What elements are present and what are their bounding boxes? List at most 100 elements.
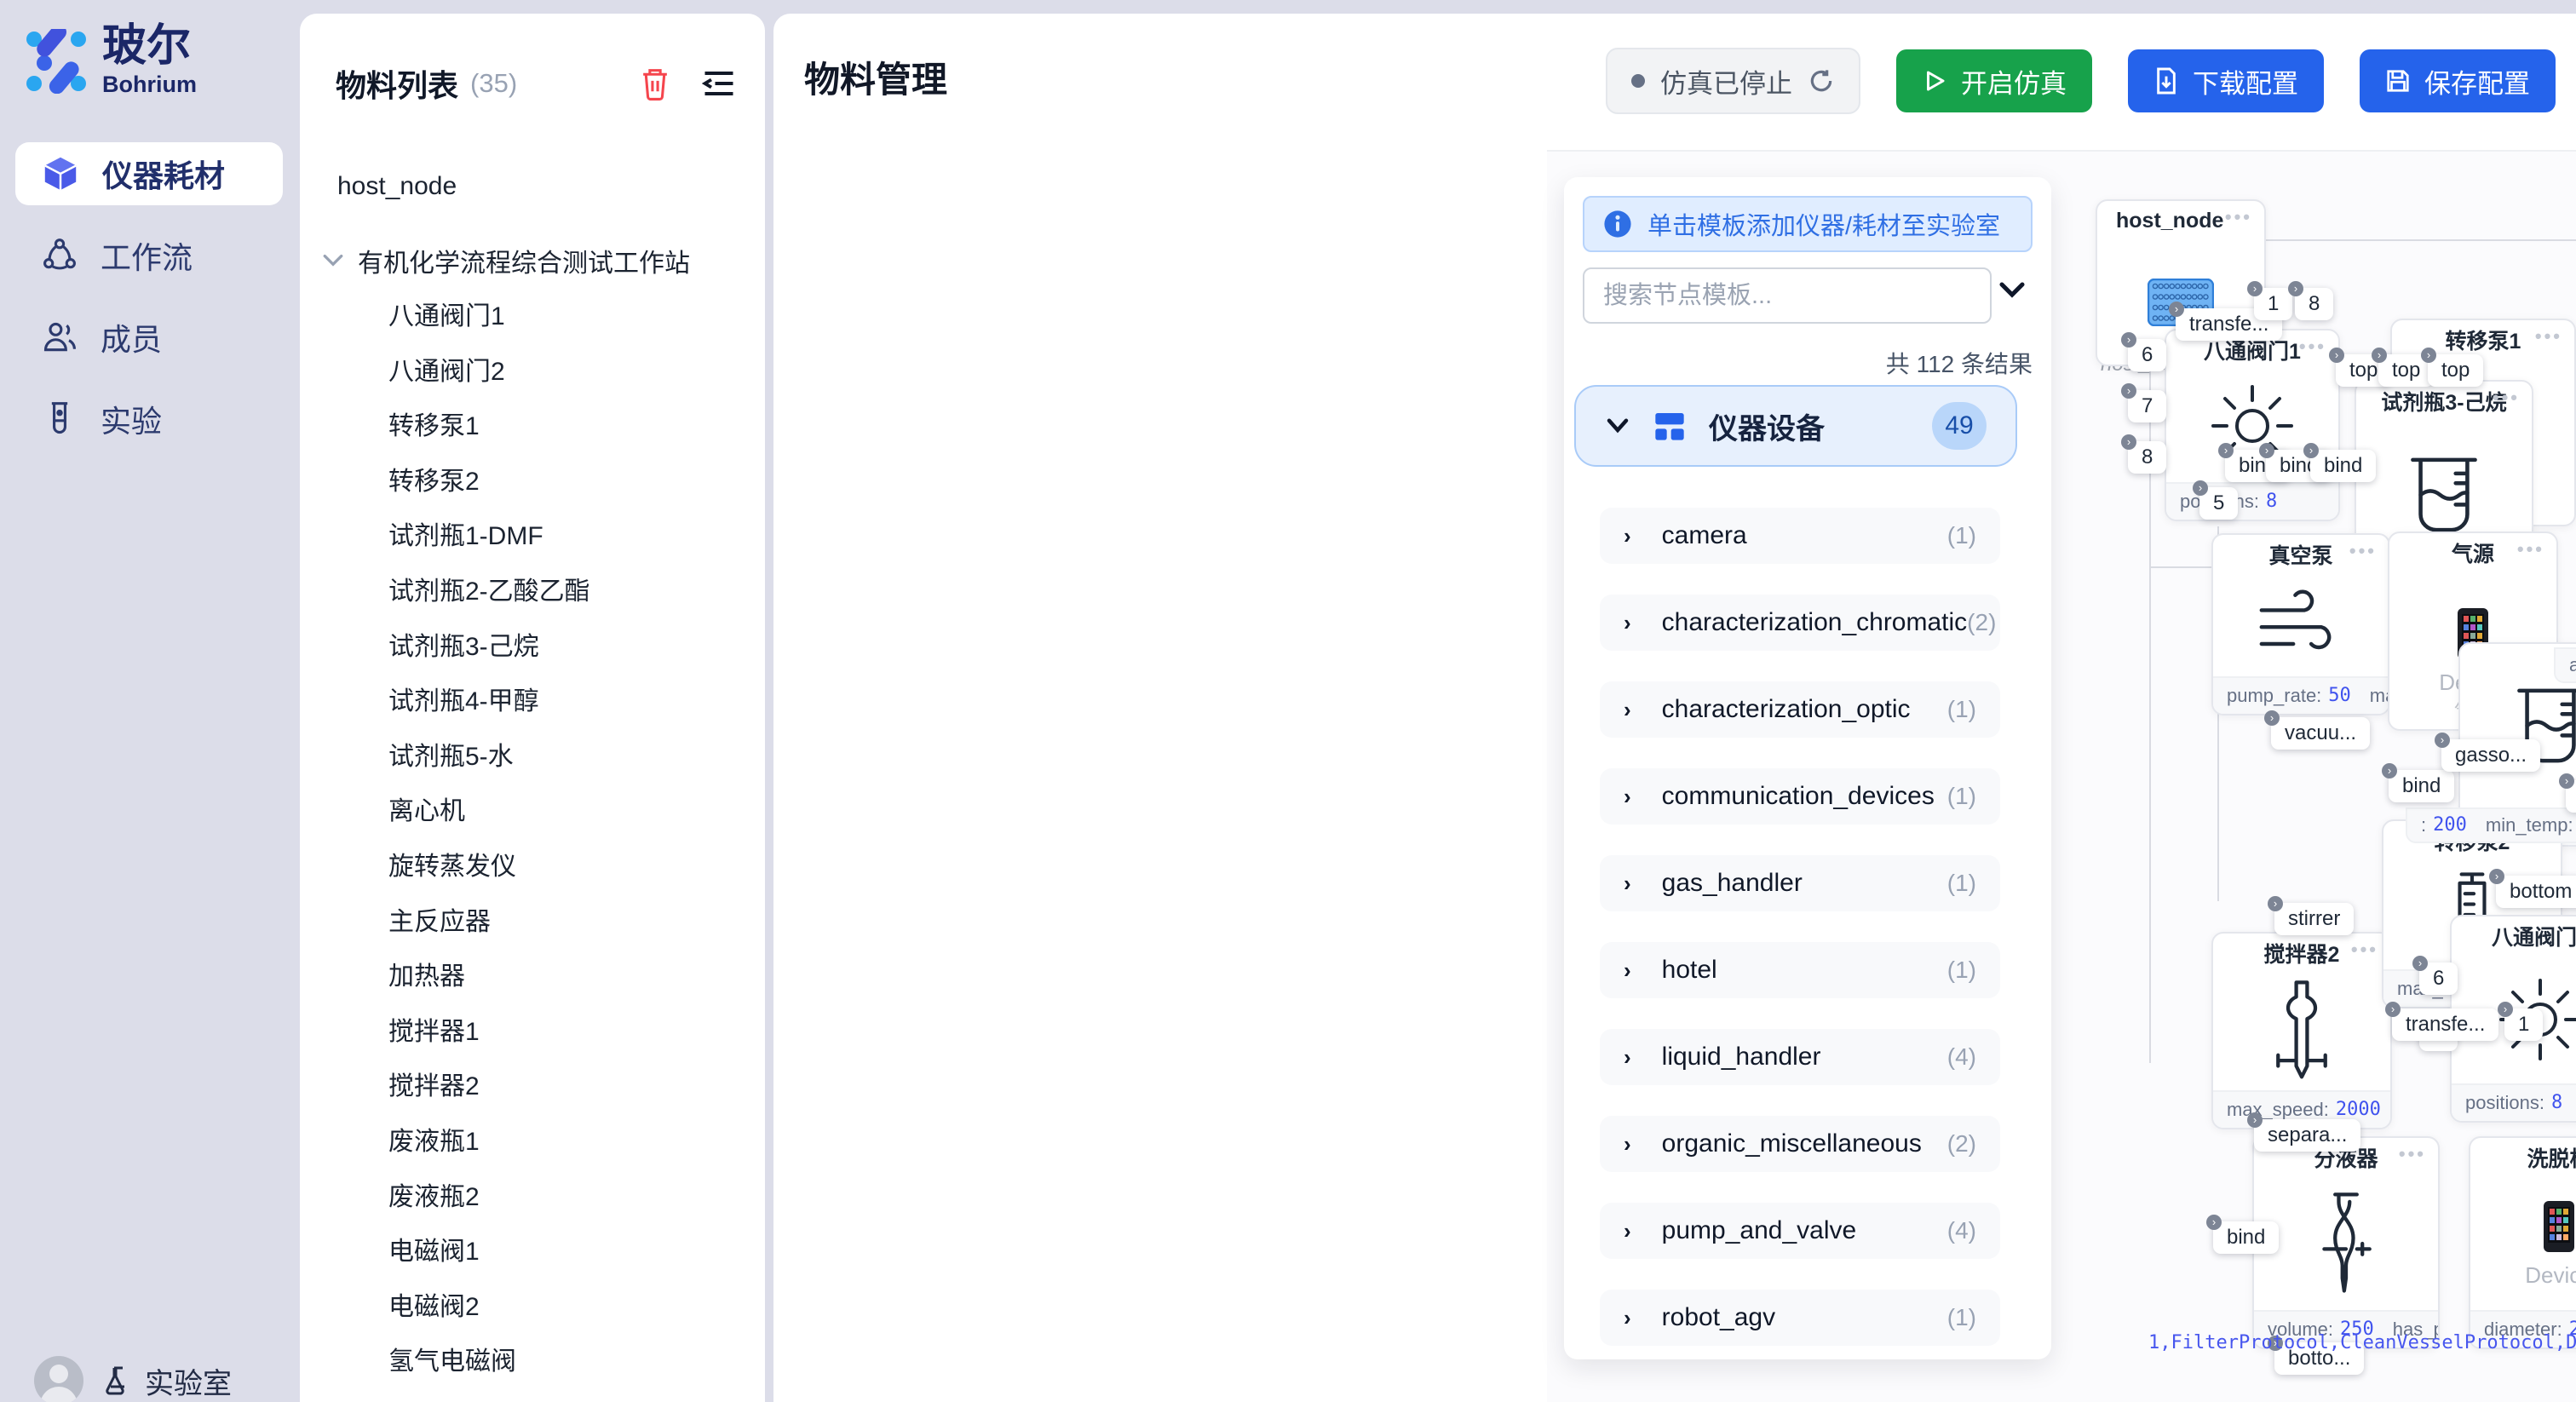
node-menu-icon[interactable]: ••• (2517, 538, 2544, 560)
sidebar-item-成员[interactable]: 成员 (15, 306, 283, 369)
canvas-node-洗脱柱[interactable]: 洗脱柱•••Devicediameter:2.5column_type:si (2469, 1136, 2576, 1349)
avatar[interactable] (34, 1356, 83, 1402)
tree-item[interactable]: 试剂瓶2-乙酸乙酯 (388, 570, 590, 607)
port-connector-icon[interactable]: › (2421, 348, 2436, 363)
refresh-icon[interactable] (1808, 67, 1835, 95)
port-chip-8[interactable]: ›8 (2128, 441, 2166, 474)
tree-item-root[interactable]: host_node (337, 172, 457, 201)
port-chip-bottom[interactable]: ›bottom (2496, 876, 2576, 908)
port-connector-icon[interactable]: › (2559, 773, 2574, 789)
category-liquid_handler[interactable]: ›liquid_handler(4) (1600, 1029, 2000, 1085)
category-gas_handler[interactable]: ›gas_handler(1) (1600, 855, 2000, 911)
tree-item[interactable]: 转移泵1 (388, 405, 480, 442)
port-connector-icon[interactable]: › (2303, 443, 2319, 458)
canvas-node-分液器[interactable]: 分液器•••volume:250has_phases:true (2252, 1136, 2440, 1349)
category-robot_agv[interactable]: ›robot_agv(1) (1600, 1290, 2000, 1346)
tree-item[interactable]: 主反应器 (388, 900, 491, 938)
node-menu-icon[interactable]: ••• (2493, 387, 2520, 409)
tree-item[interactable]: 旋转蒸发仪 (388, 845, 516, 882)
port-chip-8[interactable]: ›8 (2295, 288, 2333, 320)
tree-item[interactable]: 加热器 (388, 955, 465, 992)
port-chip-bind[interactable]: ›bind (2389, 770, 2454, 802)
port-connector-icon[interactable]: › (2259, 443, 2274, 458)
tree-item[interactable]: 搅拌器2 (388, 1065, 480, 1102)
tree-item[interactable]: 电磁阀2 (388, 1285, 480, 1323)
category-pump_and_valve[interactable]: ›pump_and_valve(4) (1600, 1203, 2000, 1259)
port-chip-top[interactable]: ›top (2428, 354, 2483, 387)
port-connector-icon[interactable]: › (2329, 348, 2344, 363)
tree-item[interactable]: 离心机 (388, 790, 465, 827)
tree-item[interactable]: 氢气电磁阀 (388, 1340, 516, 1377)
sidebar-item-实验[interactable]: 实验 (15, 388, 283, 451)
port-connector-icon[interactable]: › (2121, 332, 2136, 348)
collapse-list-icon[interactable] (702, 68, 736, 99)
node-menu-icon[interactable]: ••• (2535, 325, 2562, 348)
tree-item[interactable]: 搅拌器1 (388, 1010, 480, 1048)
tree-item[interactable]: 转移泵2 (388, 460, 480, 497)
tree-item[interactable]: 试剂瓶1-DMF (388, 514, 543, 552)
port-connector-icon[interactable]: › (2218, 443, 2234, 458)
tree-item[interactable]: 试剂瓶3-己烷 (388, 625, 539, 663)
category-communication_devices[interactable]: ›communication_devices(1) (1600, 768, 2000, 825)
category-organic_miscellaneous[interactable]: ›organic_miscellaneous(2) (1600, 1116, 2000, 1172)
node-menu-icon[interactable]: ••• (2399, 1143, 2426, 1165)
node-menu-icon[interactable]: ••• (2299, 336, 2326, 358)
sidebar-footer[interactable]: 实验室 (34, 1356, 232, 1402)
canvas-node-八通阀门1[interactable]: 八通阀门1•••positions:8 (2165, 329, 2340, 521)
tree-group[interactable]: 有机化学流程综合测试工作站 (322, 242, 690, 279)
port-connector-icon[interactable]: › (2268, 896, 2283, 911)
tree-item[interactable]: 废液瓶2 (388, 1175, 480, 1213)
node-menu-icon[interactable]: ••• (2349, 540, 2377, 562)
port-connector-icon[interactable]: › (2121, 383, 2136, 399)
canvas-node-搅拌器2[interactable]: 搅拌器2•••max_speed:2000 (2211, 932, 2392, 1129)
tree-item[interactable]: 八通阀门2 (388, 350, 505, 388)
port-connector-icon[interactable]: › (2247, 281, 2263, 296)
tree-item[interactable]: 真空泵 (388, 1395, 465, 1402)
template-search-input[interactable] (1583, 267, 1992, 324)
port-chip-5[interactable]: ›5 (2199, 487, 2238, 520)
port-connector-icon[interactable]: › (2264, 710, 2280, 726)
sidebar-item-仪器耗材[interactable]: 仪器耗材 (15, 142, 283, 205)
port-chip-stirrer[interactable]: ›stirrer (2274, 903, 2354, 935)
save-config-button[interactable]: 保存配置 (2360, 49, 2556, 112)
port-connector-icon[interactable]: › (2435, 733, 2450, 748)
port-chip-transfe...[interactable]: ›transfe... (2392, 1008, 2498, 1041)
category-characterization_chromatic[interactable]: ›characterization_chromatic(2) (1600, 595, 2000, 651)
port-chip-bottom[interactable]: ›bottom (2566, 780, 2576, 813)
port-chip-7[interactable]: ›7 (2128, 390, 2166, 422)
port-connector-icon[interactable]: › (2206, 1215, 2222, 1230)
port-chip-gasso...[interactable]: ›gasso... (2441, 739, 2540, 772)
download-config-button[interactable]: 下载配置 (2128, 49, 2324, 112)
simulation-status-badge[interactable]: 仿真已停止 (1606, 48, 1860, 114)
tree-item[interactable]: 试剂瓶4-甲醇 (388, 680, 539, 717)
port-connector-icon[interactable]: › (2169, 302, 2184, 317)
device-group-expander[interactable]: 仪器设备 49 (1574, 385, 2017, 467)
trash-icon[interactable] (639, 66, 671, 101)
port-chip-6[interactable]: ›6 (2419, 962, 2458, 995)
port-chip-separa...[interactable]: ›separa... (2254, 1119, 2360, 1152)
port-connector-icon[interactable]: › (2372, 348, 2387, 363)
start-simulation-button[interactable]: 开启仿真 (1896, 49, 2092, 112)
port-chip-bind[interactable]: ›bind (2213, 1221, 2279, 1254)
port-connector-icon[interactable]: › (2385, 1002, 2401, 1017)
port-chip-bind[interactable]: ›bind (2310, 450, 2376, 482)
port-chip-1[interactable]: ›1 (2254, 288, 2292, 320)
tree-item[interactable]: 电磁阀1 (388, 1230, 480, 1267)
port-connector-icon[interactable]: › (2121, 434, 2136, 450)
port-connector-icon[interactable]: › (2288, 281, 2303, 296)
port-chip-1[interactable]: ›1 (2504, 1008, 2543, 1041)
tree-item[interactable]: 试剂瓶5-水 (388, 735, 514, 773)
tree-item[interactable]: 八通阀门1 (388, 295, 505, 332)
port-connector-icon[interactable]: › (2247, 1112, 2263, 1128)
chevron-down-icon[interactable] (1997, 278, 2027, 302)
canvas-node-真空泵[interactable]: 真空泵•••pump_rate:50max_vacuum:0.1 (2211, 533, 2390, 715)
tree-item[interactable]: 废液瓶1 (388, 1120, 480, 1158)
category-characterization_optic[interactable]: ›characterization_optic(1) (1600, 681, 2000, 738)
port-connector-icon[interactable]: › (2412, 956, 2428, 971)
node-menu-icon[interactable]: ••• (2225, 206, 2252, 228)
sidebar-item-工作流[interactable]: 工作流 (15, 224, 283, 287)
port-connector-icon[interactable]: › (2498, 1002, 2513, 1017)
category-hotel[interactable]: ›hotel(1) (1600, 942, 2000, 998)
port-chip-6[interactable]: ›6 (2128, 339, 2166, 371)
category-camera[interactable]: ›camera(1) (1600, 508, 2000, 564)
